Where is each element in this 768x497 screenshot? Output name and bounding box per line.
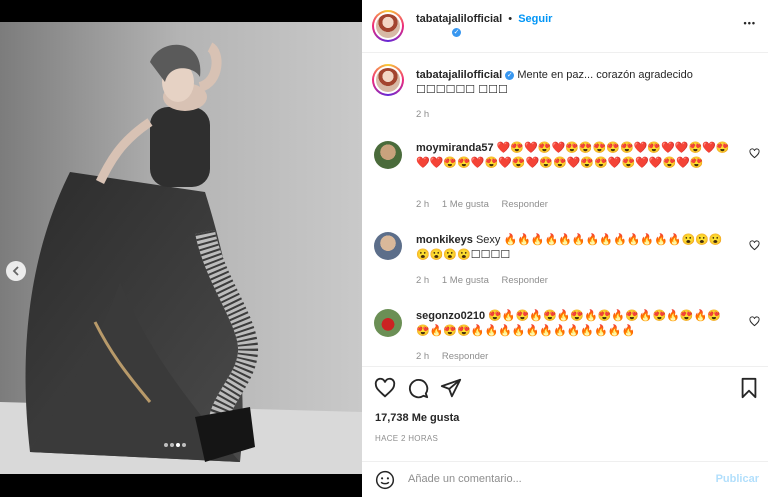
comment-meta: 2 h 1 Me gusta Responder: [416, 199, 558, 210]
reply-button[interactable]: Responder: [502, 275, 548, 286]
comment-likes[interactable]: 1 Me gusta: [442, 199, 489, 210]
commenter-avatar[interactable]: [374, 309, 402, 337]
author-avatar[interactable]: [372, 10, 404, 42]
comment-username[interactable]: moymiranda57: [416, 142, 494, 154]
like-comment-heart-icon[interactable]: [749, 148, 760, 159]
heart-icon[interactable]: [374, 377, 396, 399]
comment-time[interactable]: 2 h: [416, 351, 429, 362]
caption-text-block: tabatajalilofficial ✓ Mente en paz... co…: [416, 68, 734, 98]
caption-avatar[interactable]: [372, 64, 404, 96]
reply-button[interactable]: Responder: [442, 351, 488, 362]
comment-time[interactable]: 2 h: [416, 275, 429, 286]
comment-time[interactable]: 2 h: [416, 199, 429, 210]
verified-icon: ✓: [452, 28, 461, 37]
comment-text-block: monkikeys Sexy 🔥🔥🔥🔥🔥🔥🔥🔥🔥🔥🔥🔥🔥😮😮😮😮😮😮😮☐☐☐☐: [416, 233, 734, 263]
share-icon[interactable]: [440, 377, 462, 399]
follow-button[interactable]: Seguir: [518, 13, 552, 25]
author-block: tabatajalilofficial • Seguir: [416, 13, 552, 25]
bookmark-icon[interactable]: [738, 377, 760, 399]
verified-icon: ✓: [505, 70, 515, 80]
backdrop-top: [0, 0, 362, 22]
more-icon[interactable]: •••: [744, 18, 756, 28]
emoji-icon[interactable]: [375, 470, 395, 490]
add-comment-bar: Publicar: [362, 461, 768, 497]
caption-meta: 2 h: [416, 109, 439, 120]
photo-woman-in-gown: [0, 22, 362, 474]
post-image[interactable]: [0, 22, 362, 474]
publish-button[interactable]: Publicar: [716, 473, 759, 485]
carousel-dot: [164, 443, 168, 447]
comment-text-block: segonzo0210 😍🔥😍🔥😍🔥😍🔥😍🔥😍🔥😍🔥😍🔥😍😍🔥😍😍🔥🔥🔥🔥🔥🔥🔥…: [416, 309, 734, 339]
comments-list[interactable]: tabatajalilofficial ✓ Mente en paz... co…: [362, 54, 768, 366]
post-actions: 17,738 Me gusta HACE 2 HORAS Publicar: [362, 366, 768, 496]
author-username[interactable]: tabatajalilofficial: [416, 13, 502, 25]
comment-icon[interactable]: [407, 377, 429, 399]
likes-count[interactable]: 17,738 Me gusta: [375, 412, 459, 424]
carousel-dot: [182, 443, 186, 447]
commenter-avatar[interactable]: [374, 141, 402, 169]
separator-dot: •: [508, 13, 513, 25]
carousel-indicator: [163, 438, 187, 450]
comment-username[interactable]: monkikeys: [416, 234, 473, 246]
comment-input[interactable]: [408, 473, 698, 485]
like-comment-heart-icon[interactable]: [749, 240, 760, 251]
reply-button[interactable]: Responder: [502, 199, 548, 210]
comment-likes[interactable]: 1 Me gusta: [442, 275, 489, 286]
carousel-dot: [170, 443, 174, 447]
chevron-left-icon: [12, 266, 19, 276]
comment-meta: 2 h Responder: [416, 351, 498, 362]
carousel-prev-button[interactable]: [6, 261, 26, 281]
instagram-post-modal: tabatajalilofficial • Seguir ✓ ••• tabat…: [0, 0, 768, 497]
comment-text-block: moymiranda57 ❤️😍❤️😍❤️😍😍😍😍😍❤️😍❤️❤️😍❤️😍❤️❤…: [416, 141, 734, 171]
commenter-avatar[interactable]: [374, 232, 402, 260]
comment-meta: 2 h 1 Me gusta Responder: [416, 275, 558, 286]
caption-time[interactable]: 2 h: [416, 109, 429, 120]
like-comment-heart-icon[interactable]: [749, 316, 760, 327]
post-header: tabatajalilofficial • Seguir ✓ •••: [362, 0, 768, 53]
post-side-panel: tabatajalilofficial • Seguir ✓ ••• tabat…: [362, 0, 768, 497]
carousel-dot: [176, 443, 180, 447]
backdrop-bottom: [0, 474, 362, 497]
comment-username[interactable]: segonzo0210: [416, 310, 485, 322]
caption-username[interactable]: tabatajalilofficial: [416, 69, 502, 81]
post-timestamp[interactable]: HACE 2 HORAS: [375, 434, 438, 443]
